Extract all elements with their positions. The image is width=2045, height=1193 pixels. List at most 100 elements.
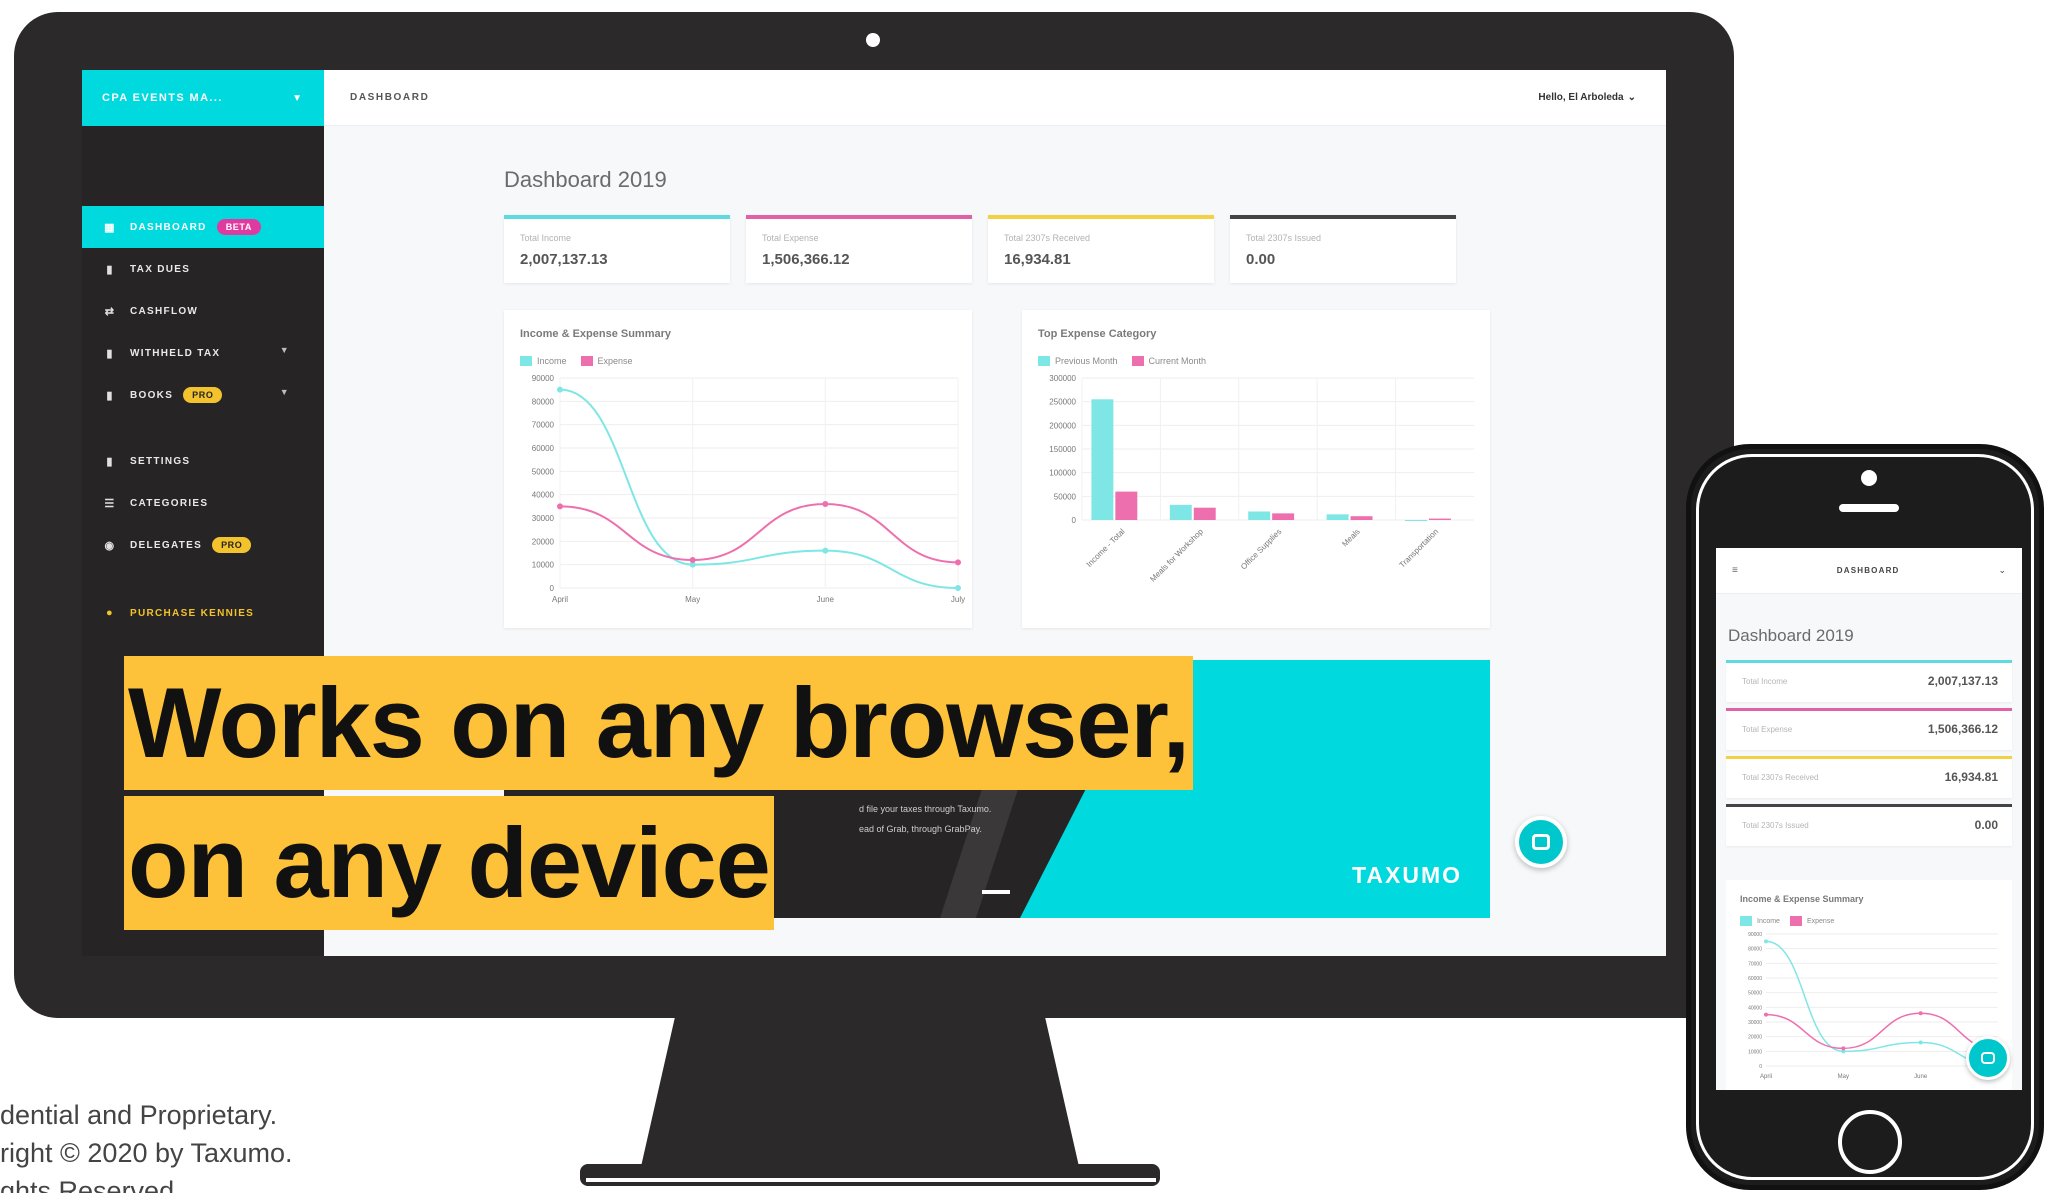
y-tick-label: 0 xyxy=(1072,516,1077,525)
bar-0[interactable] xyxy=(1091,399,1114,520)
taxumo-logo: TAXUMO xyxy=(1352,862,1462,888)
data-point[interactable] xyxy=(1918,1040,1923,1045)
chat-icon xyxy=(1532,834,1550,850)
beta-badge: BETA xyxy=(216,219,261,235)
stat-card-stripe xyxy=(1230,215,1456,219)
sidebar-item-label: WITHHELD TAX xyxy=(130,347,221,359)
y-tick-label: 200000 xyxy=(1049,421,1076,430)
mobile-stat-card: Total Income 2,007,137.13 xyxy=(1726,660,2012,702)
sidebar-item-withheld-tax[interactable]: ▮ WITHHELD TAX ▼ xyxy=(82,332,324,374)
sidebar-item-purchase-kennies[interactable]: ● PURCHASE KENNIES xyxy=(82,592,324,634)
y-tick-label: 10000 xyxy=(1748,1049,1762,1055)
org-switcher[interactable]: CPA EVENTS MA... ▼ xyxy=(82,70,324,126)
legend-label: Previous Month xyxy=(1055,356,1118,366)
sidebar-item-delegates[interactable]: ◉ DELEGATES PRO xyxy=(82,524,324,566)
bar-1[interactable] xyxy=(1193,507,1216,520)
data-point[interactable] xyxy=(955,559,961,566)
monitor-stand-base xyxy=(580,1164,1160,1186)
bar-0[interactable] xyxy=(1326,514,1349,520)
topbar-title: DASHBOARD xyxy=(350,92,430,103)
x-tick-label: July xyxy=(951,595,965,604)
legend-label: Current Month xyxy=(1148,356,1207,366)
chat-button[interactable] xyxy=(1515,816,1567,868)
legend-item[interactable]: Income xyxy=(520,356,567,366)
y-tick-label: 40000 xyxy=(1748,1005,1762,1011)
x-tick-label: Meals for Workshop xyxy=(1148,527,1205,584)
sidebar-item-settings[interactable]: ▮ SETTINGS xyxy=(82,440,324,482)
phone-camera xyxy=(1861,470,1877,486)
bar-1[interactable] xyxy=(1428,518,1451,520)
series-line-1 xyxy=(1765,1012,1999,1051)
stat-card: Total 2307s Issued 0.00 xyxy=(1230,215,1456,283)
sidebar-item-books[interactable]: ▮ BOOKS PRO ▼ xyxy=(82,374,324,416)
chevron-down-icon[interactable]: ⌄ xyxy=(1998,565,2006,576)
data-point[interactable] xyxy=(557,503,563,510)
y-tick-label: 10000 xyxy=(532,561,555,570)
bar-0[interactable] xyxy=(1405,520,1427,521)
marketing-stage: CPA EVENTS MA... ▼ ▦ DASHBOARD BETA ▮ TAX DU… xyxy=(0,0,2045,1193)
top-expense-panel: Top Expense Category Previous Month Curre… xyxy=(1022,310,1490,628)
data-point[interactable] xyxy=(689,557,696,563)
legend-item[interactable]: Previous Month xyxy=(1038,356,1118,366)
promo-line-2: ead of Grab, through GrabPay. xyxy=(859,824,982,834)
stat-card: Total Expense 1,506,366.12 xyxy=(746,215,972,283)
legend-label: Income xyxy=(537,356,567,366)
sidebar-item-label: BOOKS xyxy=(130,389,174,401)
legend-swatch xyxy=(580,356,593,366)
data-point[interactable] xyxy=(822,547,829,554)
sidebar-item-label: SETTINGS xyxy=(130,455,191,467)
chevron-down-icon: ▼ xyxy=(279,387,290,397)
dashboard-icon: ▦ xyxy=(104,221,116,234)
page-title: Dashboard 2019 xyxy=(504,167,667,192)
stat-card-stripe xyxy=(1726,660,2012,663)
sidebar-item-tax-dues[interactable]: ▮ TAX DUES xyxy=(82,248,324,290)
footer-line-3: ghts Reserved xyxy=(0,1176,175,1193)
stat-card-stripe xyxy=(504,215,730,219)
y-tick-label: 150000 xyxy=(1049,445,1076,454)
data-point[interactable] xyxy=(1841,1046,1846,1051)
bar-0[interactable] xyxy=(1248,511,1271,520)
data-point[interactable] xyxy=(1918,1011,1923,1016)
bar-1[interactable] xyxy=(1350,516,1373,520)
legend-item[interactable]: Expense xyxy=(580,356,633,366)
y-tick-label: 20000 xyxy=(1748,1035,1762,1041)
sidebar-item-label: CASHFLOW xyxy=(130,305,199,317)
data-point[interactable] xyxy=(1764,939,1768,944)
data-point[interactable] xyxy=(557,386,563,393)
mobile-chat-button[interactable] xyxy=(1966,1036,2010,1080)
monitor-stand-highlight xyxy=(586,1178,1156,1182)
legend-item[interactable]: Current Month xyxy=(1131,356,1207,366)
bar-0[interactable] xyxy=(1169,504,1192,520)
y-tick-label: 300000 xyxy=(1049,374,1076,383)
user-greeting: Hello, El Arboleda xyxy=(1538,92,1624,103)
data-point[interactable] xyxy=(822,501,829,507)
carousel-indicator[interactable] xyxy=(982,890,1010,894)
sidebar-item-cashflow[interactable]: ⇄ CASHFLOW xyxy=(82,290,324,332)
stat-label: Total Income xyxy=(1742,677,1788,686)
stat-label: Total 2307s Issued xyxy=(1742,821,1809,830)
sidebar-item-dashboard[interactable]: ▦ DASHBOARD BETA xyxy=(82,206,324,248)
bar-1[interactable] xyxy=(1272,513,1295,520)
user-menu[interactable]: Hello, El Arboleda ⌄ xyxy=(1538,92,1636,103)
chart-legend: Previous Month Current Month xyxy=(1038,356,1206,366)
legend-item[interactable]: Expense xyxy=(1789,916,1834,926)
bar-1[interactable] xyxy=(1115,491,1138,520)
legend-item[interactable]: Income xyxy=(1740,916,1780,926)
sidebar-item-categories[interactable]: ☰ CATEGORIES xyxy=(82,482,324,524)
hamburger-icon[interactable]: ≡ xyxy=(1732,565,1738,576)
mobile-topbar-title: DASHBOARD xyxy=(1836,566,1900,575)
headline-line-2: on any device xyxy=(124,796,774,930)
data-point[interactable] xyxy=(955,585,961,591)
sidebar-item-label: DELEGATES xyxy=(130,539,203,551)
panel-title: Income & Expense Summary xyxy=(520,328,672,340)
series-line-0 xyxy=(559,388,959,589)
list-icon: ☰ xyxy=(104,497,116,510)
stat-value: 0.00 xyxy=(1246,251,1276,268)
sidebar-item-label: DASHBOARD xyxy=(130,221,207,233)
y-tick-label: 60000 xyxy=(1748,976,1762,982)
pro-badge: PRO xyxy=(212,537,252,553)
sidebar-item-label: PURCHASE KENNIES xyxy=(130,607,255,619)
data-point[interactable] xyxy=(1764,1012,1768,1017)
stat-card-stripe xyxy=(1726,804,2012,807)
stat-card: Total Income 2,007,137.13 xyxy=(504,215,730,283)
